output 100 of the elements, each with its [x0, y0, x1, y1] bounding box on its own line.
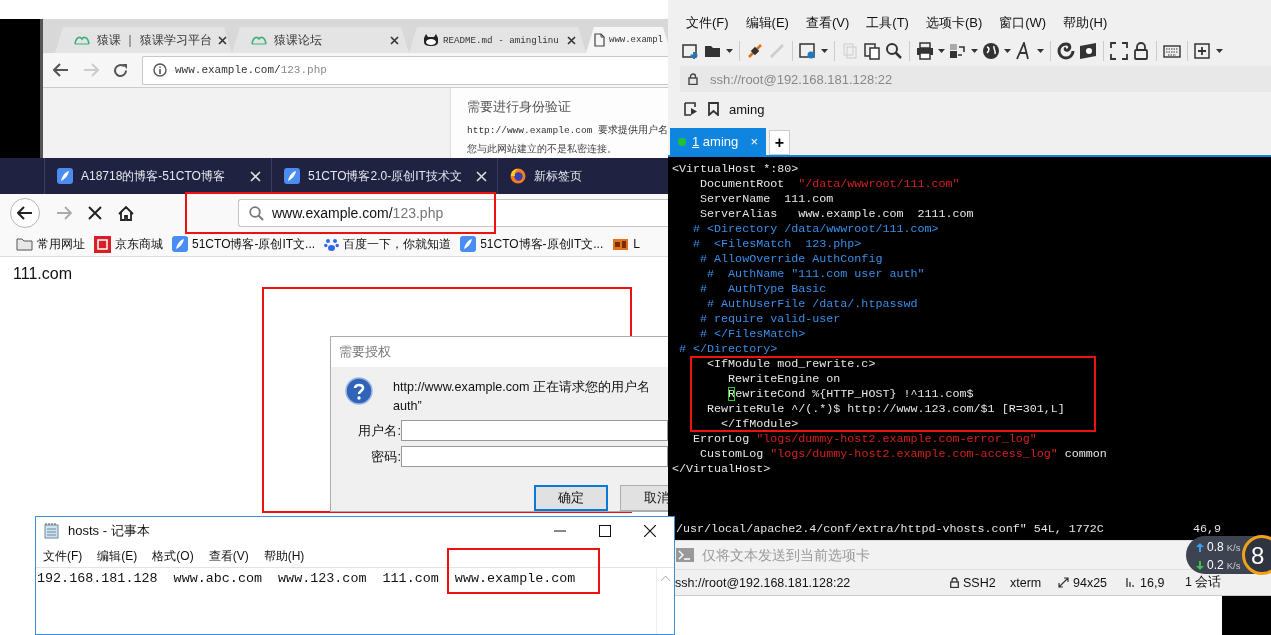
terminal-line: </VirtualHost> [672, 462, 772, 477]
connect-icon[interactable] [746, 42, 764, 60]
printer-icon[interactable] [916, 42, 934, 60]
bookmark-item[interactable]: 百度一下，你就知道 [324, 235, 452, 253]
bookmark-item[interactable]: L [612, 236, 640, 252]
caret-icon[interactable] [971, 49, 978, 53]
menu-item[interactable]: 查看(V) [805, 14, 850, 32]
terminal-line: <IfModule mod_rewrite.c> [706, 357, 877, 372]
browser-tab[interactable]: 猿课论坛 [232, 27, 409, 53]
download-arrow-icon [1196, 560, 1204, 570]
caret-icon[interactable] [1216, 49, 1223, 53]
bookmark-add-icon[interactable] [684, 102, 698, 116]
bookmark-item[interactable]: 51CTO博客-原创IT文... [172, 235, 316, 253]
menu-item[interactable]: 工具(T) [866, 14, 909, 32]
caret-icon[interactable] [726, 49, 733, 53]
window-title: hosts - 记事本 [68, 522, 151, 540]
home-icon[interactable] [118, 205, 134, 221]
feather-icon [172, 236, 188, 252]
stop-icon[interactable] [88, 206, 102, 220]
lock-icon[interactable] [1132, 42, 1150, 60]
status-address: ssh://root@192.168.181.128:22 [675, 575, 852, 590]
menu-item[interactable]: 帮助(H) [263, 547, 305, 565]
paste-icon[interactable] [863, 42, 881, 60]
menu-item[interactable]: 文件(F) [43, 547, 83, 565]
new-session-icon[interactable] [682, 42, 700, 60]
field-label: 密码: [370, 447, 401, 466]
close-icon[interactable] [567, 35, 576, 45]
new-tab-button[interactable]: + [769, 130, 790, 155]
terminal-line: ServerAlias www.example.com 2111.com [699, 207, 975, 222]
bookmark-item[interactable]: 京东商城 [94, 235, 163, 253]
properties-icon[interactable] [799, 42, 817, 60]
menu-item[interactable]: 帮助(H) [1063, 14, 1108, 32]
menu-item[interactable]: 文件(F) [686, 14, 729, 32]
reload-icon[interactable] [113, 62, 128, 78]
terminal-line: RewriteEngine on [727, 372, 842, 387]
upload-arrow-icon [1196, 542, 1204, 552]
terminal-line: ErrorLog "logs/dummy-host2.example.com-error_log" [692, 432, 1038, 447]
status-sessions: 1 会话 [1185, 574, 1222, 591]
terminal-line: DocumentRoot "/data/wwwroot/111.com" [699, 177, 961, 192]
transfer-icon[interactable] [949, 42, 967, 60]
feather-icon [284, 168, 300, 184]
caret-icon[interactable] [821, 49, 828, 53]
cat-icon [423, 33, 439, 47]
address-bar[interactable]: www.example.com/123.php [238, 199, 668, 227]
bookmark-item[interactable]: aming [729, 101, 765, 117]
address-bar[interactable]: www.example.com/123.php [142, 55, 668, 85]
close-icon[interactable] [644, 525, 656, 537]
dialog-message: http://www.example.com 正在请求您的用户名 [393, 379, 650, 396]
url-text: www.example.com/123.php [272, 205, 444, 221]
lock-icon [950, 577, 959, 588]
browser-tab[interactable]: README.md - aminglinu [409, 27, 586, 53]
status-terminal: xterm [1010, 575, 1042, 590]
help-icon [345, 377, 373, 405]
search-icon [249, 205, 264, 221]
maximize-icon[interactable] [599, 525, 611, 537]
feather-icon [57, 168, 73, 184]
terminal-line: # </Directory> [678, 342, 779, 357]
caret-icon[interactable] [938, 49, 945, 53]
close-icon[interactable] [217, 35, 227, 45]
bookmark-item[interactable]: 51CTO博客-原创IT文... [460, 235, 604, 253]
terminal-line: ServerName 111.com [699, 192, 835, 207]
background-panel [1222, 596, 1271, 635]
back-button[interactable] [10, 198, 40, 228]
menu-item[interactable]: 编辑(E) [745, 14, 789, 32]
terminal[interactable] [668, 155, 1271, 540]
menu-item[interactable]: 选项卡(B) [925, 14, 983, 32]
bookmark-item[interactable]: 常用网址 [16, 235, 85, 253]
browser-tab[interactable]: www.exampl [586, 27, 668, 53]
session-tab[interactable]: 1 aming × [670, 128, 766, 155]
menu-item[interactable]: 编辑(E) [97, 547, 138, 565]
status-size: 94x25 [1073, 575, 1108, 590]
panel-message: http://www.example.com 要求提供用户名 [467, 124, 668, 137]
globe-icon[interactable] [982, 42, 1000, 60]
back-arrow-icon[interactable] [53, 63, 69, 77]
terminal-line: # <Directory /data/wwwroot/111.com> [692, 222, 940, 237]
username-field[interactable] [401, 420, 668, 441]
panel-note: 您与此网站建立的不是私密连接。 [467, 142, 618, 156]
menu-item[interactable]: 查看(V) [208, 547, 249, 565]
keyboard-icon[interactable] [1163, 42, 1181, 60]
cursor-position-icon [1125, 577, 1136, 588]
password-field[interactable] [401, 446, 668, 467]
dialog-button[interactable]: 确定 [534, 485, 608, 511]
store-logo-icon [94, 235, 111, 253]
menu-item[interactable]: 窗口(W) [999, 14, 1047, 32]
close-icon[interactable] [390, 35, 399, 45]
fullscreen-icon[interactable] [1110, 42, 1128, 60]
terminal-line: # </FilesMatch> [699, 327, 807, 342]
resize-icon [1058, 577, 1069, 588]
browser-tab[interactable]: 猿课 ｜ 猿课学习平台 [55, 27, 232, 53]
search-icon[interactable] [885, 42, 903, 60]
feather-icon [460, 236, 477, 252]
page-icon [594, 33, 605, 47]
browser-logo-icon [510, 168, 526, 184]
add-icon[interactable] [1194, 42, 1212, 60]
menu-item[interactable]: 格式(O) [152, 547, 194, 565]
send-text-field[interactable]: 仅将文本发送到当前选项卡 [700, 546, 1184, 564]
caret-icon[interactable] [1037, 49, 1044, 53]
logo-icon [73, 34, 91, 46]
terminal-status-line: /usr/local/apache2.4/conf/extra/httpd-vhosts.conf" 54L, 1772C 46,9 [675, 522, 1222, 536]
caret-icon[interactable] [1004, 49, 1011, 53]
